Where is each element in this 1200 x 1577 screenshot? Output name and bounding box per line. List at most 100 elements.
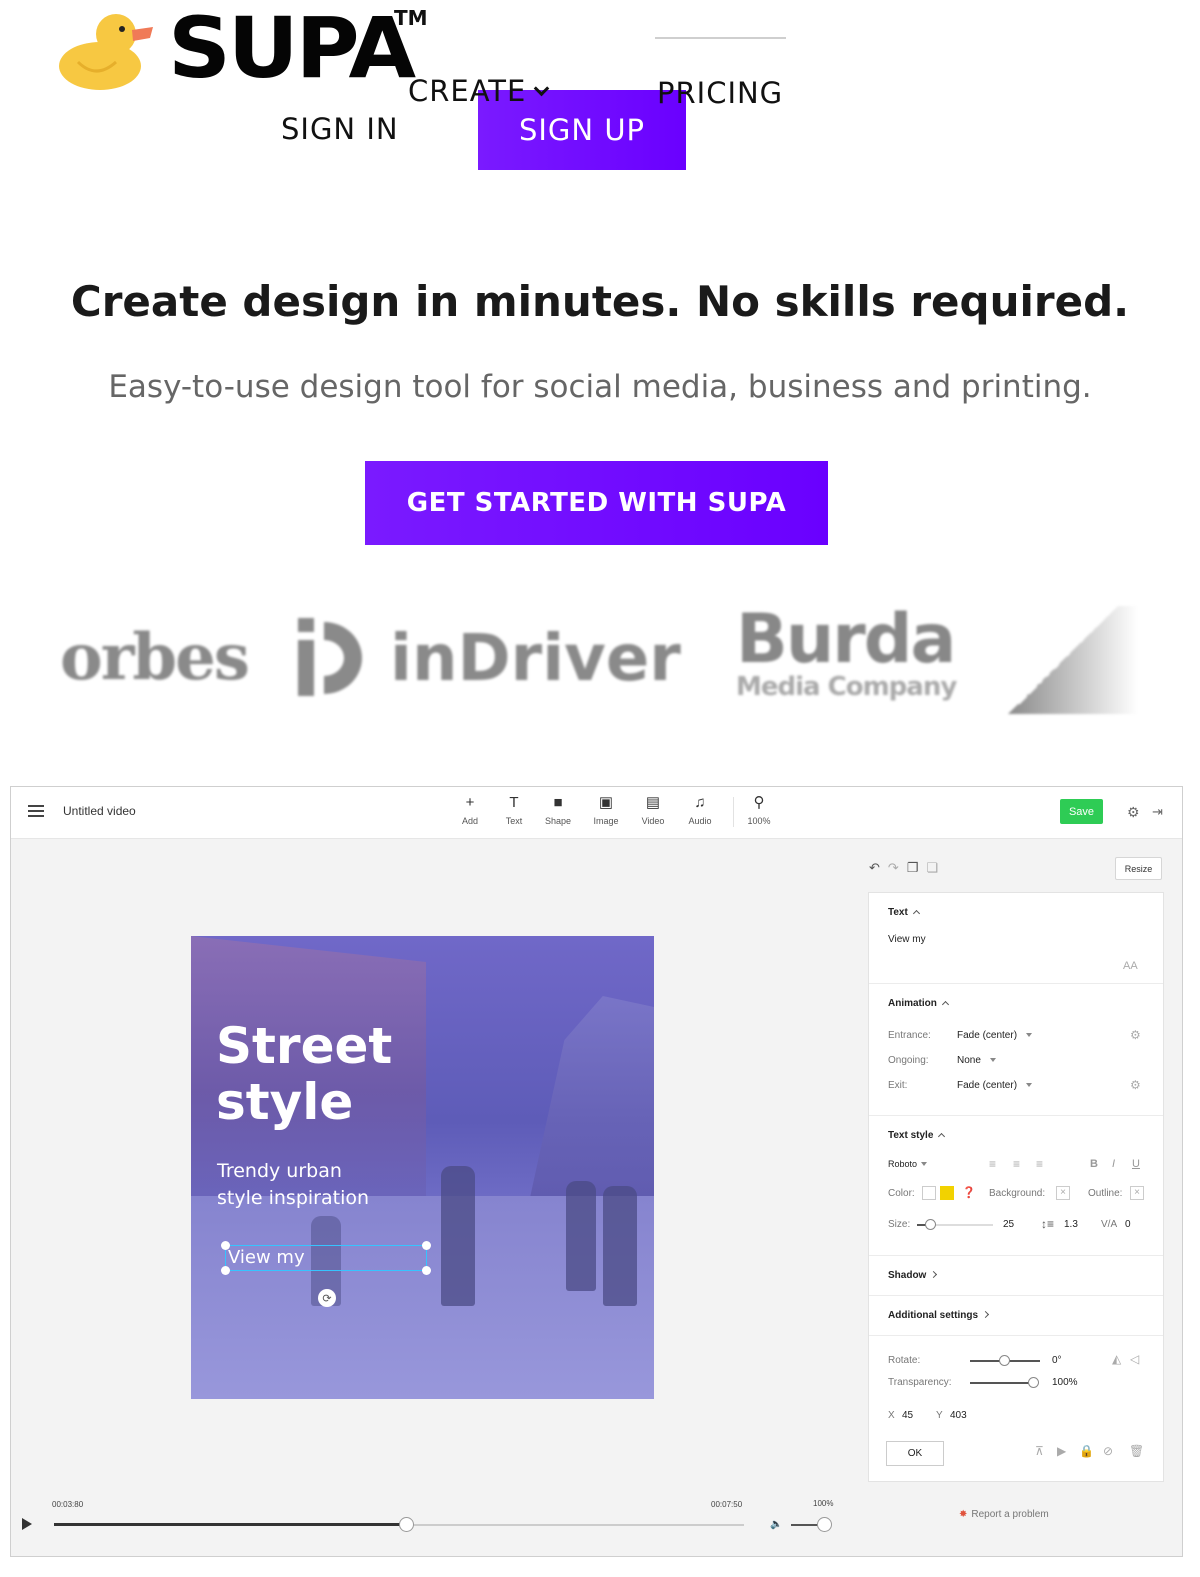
hide-icon[interactable]: ⊘ xyxy=(1103,1444,1113,1458)
tool-zoom[interactable]: ⚲ 100% xyxy=(737,794,781,827)
resize-button[interactable]: Resize xyxy=(1115,857,1162,880)
text-section-title: Text xyxy=(888,907,908,918)
exit-select[interactable]: Fade (center) xyxy=(957,1080,1033,1091)
video-icon: ▤ xyxy=(645,794,661,811)
text-case-icon[interactable]: AA xyxy=(1123,960,1138,972)
animation-section-header[interactable]: Animation xyxy=(888,998,949,1009)
lock-icon[interactable]: 🔒 xyxy=(1079,1444,1094,1458)
sign-in-link[interactable]: SIGN IN xyxy=(281,112,399,146)
tool-add[interactable]: + Add xyxy=(448,795,492,827)
timeline-current-time: 00:03:80 xyxy=(52,1500,84,1509)
align-right-icon[interactable]: ≡ xyxy=(1036,1157,1043,1171)
bold-icon[interactable]: B xyxy=(1090,1158,1098,1170)
resize-handle[interactable] xyxy=(422,1241,431,1250)
play-icon[interactable]: ▶ xyxy=(1057,1444,1066,1458)
resize-handle[interactable] xyxy=(221,1241,230,1250)
help-icon[interactable]: ❓ xyxy=(962,1186,976,1199)
size-slider-knob[interactable] xyxy=(925,1219,936,1230)
undo-icon[interactable]: ↶ xyxy=(869,860,880,875)
canvas-person xyxy=(603,1186,637,1306)
text-style-section-title: Text style xyxy=(888,1130,934,1141)
tool-video[interactable]: ▤ Video xyxy=(631,794,675,827)
volume-slider-knob[interactable] xyxy=(817,1517,832,1532)
canvas-person xyxy=(441,1166,475,1306)
tool-image[interactable]: ▣ Image xyxy=(584,795,628,827)
document-title[interactable]: Untitled video xyxy=(63,804,136,818)
color-swatch-white[interactable] xyxy=(922,1186,936,1200)
brand-wordmark[interactable]: SUPA xyxy=(168,6,416,90)
gear-icon[interactable]: ⚙ xyxy=(1130,1078,1141,1092)
canvas-subtitle-line: Trendy urban xyxy=(217,1160,342,1182)
ok-button[interactable]: OK xyxy=(886,1441,944,1466)
design-canvas[interactable]: Street style Trendy urban style inspiratio… xyxy=(191,936,654,1399)
selection-box[interactable] xyxy=(221,1241,431,1275)
canvas-person xyxy=(566,1181,596,1291)
outline-none-icon[interactable]: × xyxy=(1130,1186,1144,1200)
trash-icon[interactable]: 🗑 xyxy=(1129,1444,1144,1458)
rotate-value[interactable]: 0° xyxy=(1052,1355,1062,1366)
animation-section: Animation Entrance: Fade (center) ⚙ Ongo… xyxy=(869,984,1163,1116)
leroy-merlin-logo: LEROY MER xyxy=(1005,593,1138,716)
shadow-section-header[interactable]: Shadow xyxy=(888,1270,938,1281)
line-height-value[interactable]: 1.3 xyxy=(1064,1219,1078,1230)
resize-handle[interactable] xyxy=(221,1266,230,1275)
color-swatch-yellow[interactable] xyxy=(940,1186,954,1200)
text-section-header[interactable]: Text xyxy=(888,907,920,918)
rotate-slider-knob[interactable] xyxy=(999,1355,1010,1366)
align-left-icon[interactable]: ≡ xyxy=(989,1157,996,1171)
copy-icon[interactable]: ❐ xyxy=(907,860,919,875)
canvas-headline-line: style xyxy=(216,1073,354,1131)
get-started-button[interactable]: GET STARTED WITH SUPA xyxy=(365,461,828,545)
transparency-slider-knob[interactable] xyxy=(1028,1377,1039,1388)
exit-icon[interactable]: ⇥ xyxy=(1152,804,1163,820)
nav-create-menu[interactable]: CREATE xyxy=(408,74,550,108)
tool-audio[interactable]: ♫ Audio xyxy=(678,795,722,827)
tool-audio-label: Audio xyxy=(688,816,712,826)
entrance-select[interactable]: Fade (center) xyxy=(957,1030,1033,1041)
tool-text[interactable]: T Text xyxy=(492,795,536,827)
shadow-section-title: Shadow xyxy=(888,1270,927,1281)
y-value[interactable]: 403 xyxy=(950,1410,967,1421)
gear-icon[interactable]: ⚙ xyxy=(1127,804,1140,821)
additional-settings-header[interactable]: Additional settings xyxy=(888,1310,990,1321)
italic-icon[interactable]: I xyxy=(1112,1158,1115,1170)
canvas-subtitle[interactable]: Trendy urban style inspiration xyxy=(217,1158,369,1212)
background-none-icon[interactable]: × xyxy=(1056,1186,1070,1200)
transparency-slider-track[interactable] xyxy=(970,1382,1036,1384)
text-content-input[interactable]: View my xyxy=(888,934,926,945)
resize-handle[interactable] xyxy=(422,1266,431,1275)
duck-logo-icon[interactable] xyxy=(58,10,154,92)
shape-icon: ■ xyxy=(553,794,563,811)
canvas-headline[interactable]: Street style xyxy=(216,1018,392,1130)
size-value[interactable]: 25 xyxy=(1003,1219,1014,1230)
report-problem-link[interactable]: ✸ Report a problem xyxy=(959,1509,1049,1520)
duplicate-icon[interactable]: ❏ xyxy=(926,860,938,875)
ongoing-select[interactable]: None xyxy=(957,1055,996,1066)
save-button[interactable]: Save xyxy=(1060,799,1103,824)
entrance-value: Fade (center) xyxy=(957,1030,1018,1041)
x-value[interactable]: 45 xyxy=(902,1410,913,1421)
caret-down-icon xyxy=(989,1058,996,1062)
line-height-icon: ↕≡ xyxy=(1041,1217,1055,1231)
tool-shape[interactable]: ■ Shape xyxy=(536,794,580,827)
search-icon: ⚲ xyxy=(753,794,765,811)
hamburger-icon[interactable] xyxy=(28,805,44,817)
flip-horizontal-icon[interactable]: ◭ xyxy=(1112,1352,1121,1366)
rotate-handle-icon[interactable]: ⟳ xyxy=(318,1289,336,1307)
gear-icon[interactable]: ⚙ xyxy=(1130,1028,1141,1042)
text-style-section-header[interactable]: Text style xyxy=(888,1130,946,1141)
align-icon[interactable]: ⊼ xyxy=(1035,1444,1044,1458)
volume-icon[interactable]: 🔈 xyxy=(770,1519,782,1530)
underline-icon[interactable]: U xyxy=(1132,1158,1140,1170)
play-icon[interactable] xyxy=(22,1518,32,1530)
rotate-label: Rotate: xyxy=(888,1355,921,1366)
nav-pricing-link[interactable]: PRICING xyxy=(657,76,783,110)
transparency-value[interactable]: 100% xyxy=(1052,1377,1078,1388)
letter-spacing-value[interactable]: 0 xyxy=(1125,1219,1131,1230)
align-center-icon[interactable]: ≡ xyxy=(1013,1157,1020,1171)
redo-icon[interactable]: ↷ xyxy=(888,860,899,875)
timeline-playhead[interactable] xyxy=(399,1517,414,1532)
font-select[interactable]: Roboto xyxy=(888,1159,928,1169)
tool-image-label: Image xyxy=(593,816,619,826)
flip-vertical-icon[interactable]: ◁ xyxy=(1130,1352,1139,1366)
